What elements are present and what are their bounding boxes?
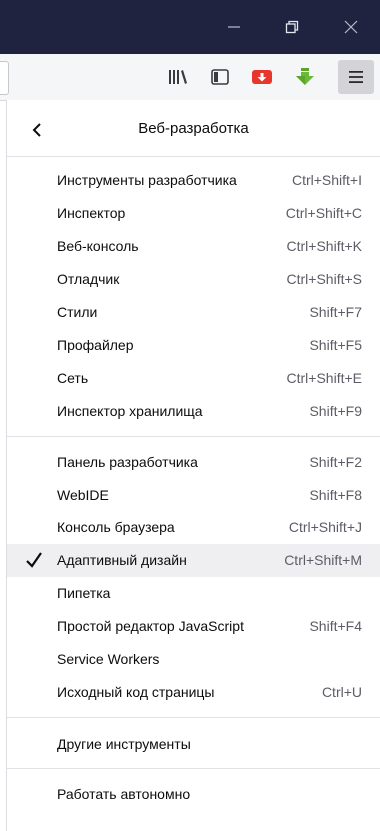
menu-item-web-console[interactable]: Веб-консоль Ctrl+Shift+K xyxy=(7,230,380,263)
menu-item-label: WebIDE xyxy=(57,487,109,503)
close-icon xyxy=(344,20,358,34)
menu-item-eyedropper[interactable]: Пипетка xyxy=(7,577,380,610)
menu-item-label: Простой редактор JavaScript xyxy=(57,618,244,634)
separator xyxy=(7,717,380,718)
menu-item-service-workers[interactable]: Service Workers xyxy=(7,643,380,676)
menu-item-shortcut: Shift+F9 xyxy=(309,403,362,419)
restore-icon xyxy=(285,20,299,34)
menu-item-shortcut: Ctrl+Shift+J xyxy=(288,519,362,535)
menu-item-label: Профайлер xyxy=(57,337,134,353)
library-button[interactable] xyxy=(163,62,193,92)
menu-item-inspector[interactable]: Инспектор Ctrl+Shift+C xyxy=(7,197,380,230)
menu-item-shortcut: Shift+F5 xyxy=(309,337,362,353)
menu-item-label: Адаптивный дизайн xyxy=(57,552,187,568)
menu-item-work-offline[interactable]: Работать автономно xyxy=(7,778,380,811)
menu-item-responsive-design[interactable]: Адаптивный дизайн Ctrl+Shift+M xyxy=(7,544,380,577)
menu-item-shortcut: Ctrl+Shift+M xyxy=(284,552,362,568)
menu-item-shortcut: Shift+F4 xyxy=(309,618,362,634)
menu-item-browser-console[interactable]: Консоль браузера Ctrl+Shift+J xyxy=(7,511,380,544)
menu-item-developer-toolbar[interactable]: Панель разработчика Shift+F2 xyxy=(7,446,380,479)
menu-item-shortcut: Shift+F7 xyxy=(309,304,362,320)
separator xyxy=(7,768,380,769)
close-window-button[interactable] xyxy=(322,0,380,54)
menu-item-style-editor[interactable]: Стили Shift+F7 xyxy=(7,296,380,329)
menu-item-shortcut: Shift+F8 xyxy=(309,487,362,503)
menu-item-more-tools[interactable]: Другие инструменты xyxy=(7,728,380,761)
menu-item-shortcut: Ctrl+Shift+S xyxy=(286,271,362,287)
menu-item-label: Консоль браузера xyxy=(57,519,175,535)
open-menu-button[interactable] xyxy=(338,60,374,94)
maximize-button[interactable] xyxy=(263,0,321,54)
menu-item-debugger[interactable]: Отладчик Ctrl+Shift+S xyxy=(7,263,380,296)
save-to-pocket-button[interactable] xyxy=(247,62,277,92)
separator xyxy=(7,436,380,437)
menu-item-shortcut: Ctrl+Shift+I xyxy=(291,172,362,188)
checkmark-icon xyxy=(26,552,42,568)
navigation-toolbar xyxy=(0,54,380,101)
panel-title: Веб-разработка xyxy=(138,120,249,137)
menu-item-label: Сеть xyxy=(57,370,89,386)
url-bar[interactable] xyxy=(0,61,9,95)
save-to-pocket-icon xyxy=(252,70,272,84)
menu-item-storage-inspector[interactable]: Инспектор хранилища Shift+F9 xyxy=(7,395,380,428)
menu-item-shortcut: Ctrl+Shift+K xyxy=(286,238,362,254)
menu-item-scratchpad[interactable]: Простой редактор JavaScript Shift+F4 xyxy=(7,610,380,643)
menu-item-label: Панель разработчика xyxy=(57,454,198,470)
menu-item-label: Инспектор хранилища xyxy=(57,403,203,419)
menu-item-shortcut: Ctrl+Shift+C xyxy=(285,205,362,221)
menu-item-label: Исходный код страницы xyxy=(57,684,215,700)
menu-item-label: Отладчик xyxy=(57,271,120,287)
panel-header: Веб-разработка xyxy=(7,108,380,152)
menu-item-network[interactable]: Сеть Ctrl+Shift+E xyxy=(7,362,380,395)
hamburger-menu-icon xyxy=(349,71,363,83)
menu-item-label: Инструменты разработчика xyxy=(57,172,237,188)
menu-item-label: Другие инструменты xyxy=(57,736,191,752)
menu-item-label: Работать автономно xyxy=(57,786,191,802)
menu-item-page-source[interactable]: Исходный код страницы Ctrl+U xyxy=(7,676,380,709)
menu-item-shortcut: Ctrl+Shift+E xyxy=(286,370,362,386)
window-titlebar xyxy=(0,0,380,54)
menu-item-shortcut: Ctrl+U xyxy=(321,684,362,700)
menu-item-label: Service Workers xyxy=(57,651,160,667)
separator xyxy=(7,156,380,157)
download-button[interactable] xyxy=(290,62,320,92)
minimize-button[interactable] xyxy=(205,0,263,54)
menu-item-shortcut: Shift+F2 xyxy=(309,454,362,470)
menu-item-label: Инспектор xyxy=(57,205,126,221)
sidebar-button[interactable] xyxy=(205,62,235,92)
menu-item-label: Пипетка xyxy=(57,585,111,601)
menu-item-profiler[interactable]: Профайлер Shift+F5 xyxy=(7,329,380,362)
minimize-icon xyxy=(228,26,240,28)
download-icon xyxy=(296,68,314,85)
menu-item-label: Стили xyxy=(57,304,98,320)
library-icon xyxy=(169,70,187,84)
web-developer-panel: Веб-разработка Инструменты разработчика … xyxy=(6,100,380,831)
menu-item-webide[interactable]: WebIDE Shift+F8 xyxy=(7,479,380,512)
menu-item-label: Веб-консоль xyxy=(57,238,139,254)
sidebar-icon xyxy=(211,69,229,85)
menu-item-developer-tools[interactable]: Инструменты разработчика Ctrl+Shift+I xyxy=(7,164,380,197)
